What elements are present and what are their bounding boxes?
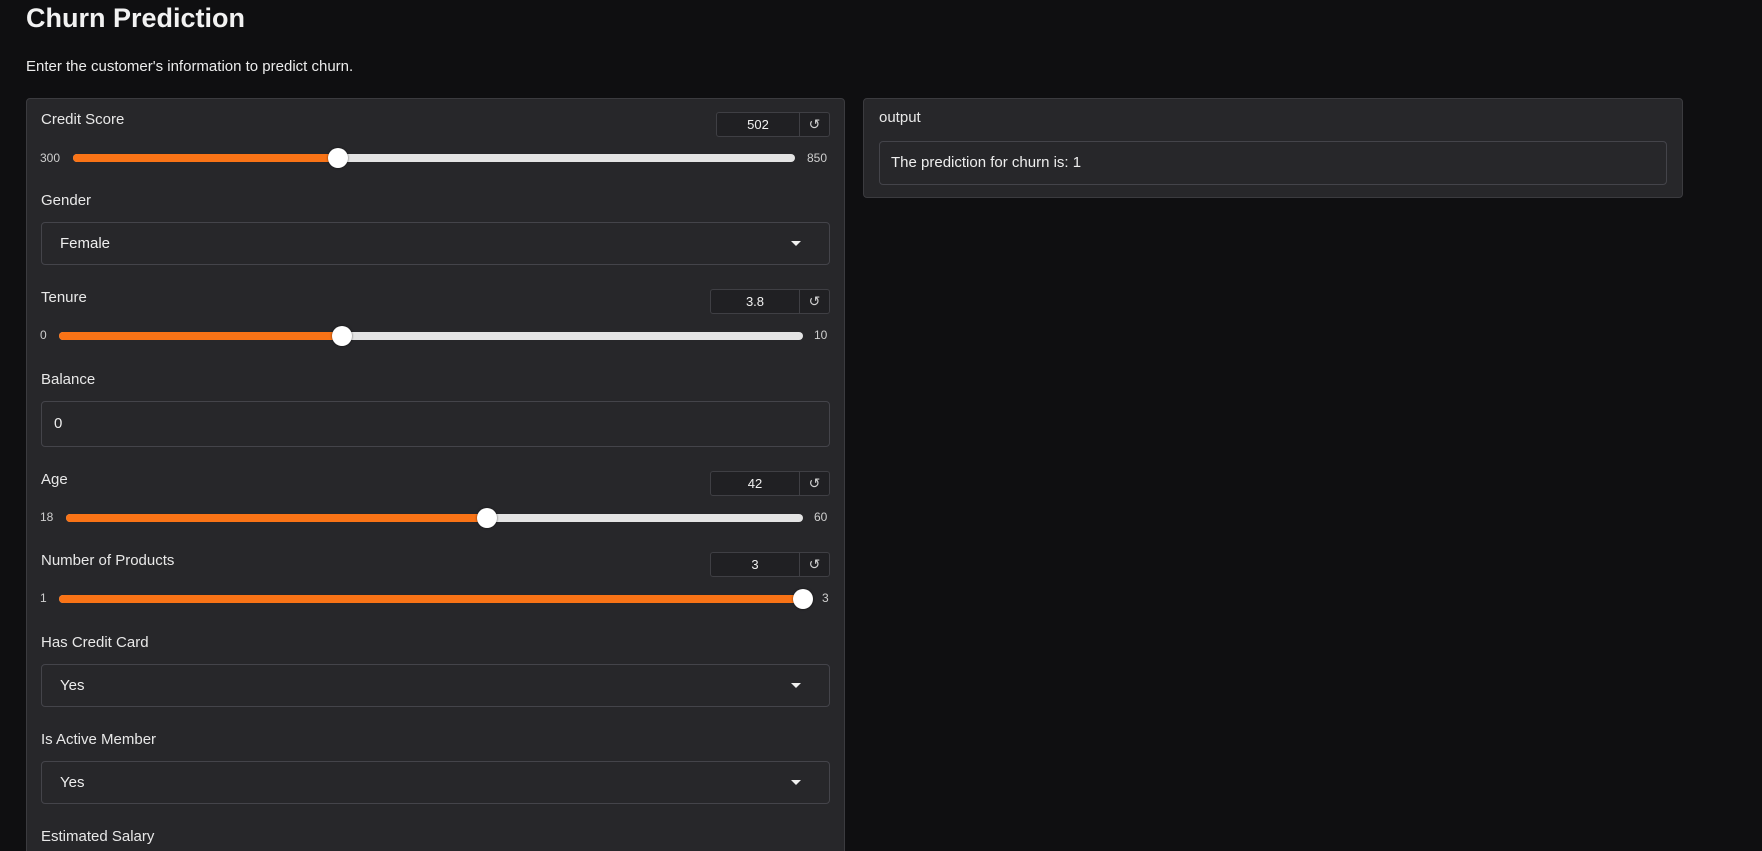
is-active-member-selected-value: Yes	[60, 774, 85, 791]
caret-down-icon	[791, 683, 801, 688]
tenure-label: Tenure	[41, 289, 87, 306]
credit-score-number-input[interactable]: 502	[716, 112, 800, 137]
gender-selected-value: Female	[60, 235, 111, 252]
num-products-number-input[interactable]: 3	[710, 552, 800, 577]
reset-icon: ↺	[808, 116, 821, 132]
age-label: Age	[41, 471, 68, 488]
balance-input[interactable]: 0	[41, 401, 830, 447]
output-panel: output The prediction for churn is: 1	[863, 98, 1683, 198]
app-page: Churn Prediction Enter the customer's in…	[0, 0, 1762, 851]
tenure-reset-button[interactable]: ↺	[800, 289, 830, 314]
tenure-number-input[interactable]: 3.8	[710, 289, 800, 314]
gender-label: Gender	[41, 192, 92, 209]
output-text: The prediction for churn is: 1	[891, 154, 1082, 171]
is-active-member-label: Is Active Member	[41, 731, 157, 748]
credit-score-slider-fill	[73, 154, 338, 162]
num-products-max: 3	[822, 591, 829, 605]
tenure-slider-fill	[59, 332, 342, 340]
credit-score-max: 850	[807, 151, 828, 165]
num-products-slider-thumb[interactable]	[793, 589, 813, 609]
age-number-input[interactable]: 42	[710, 471, 800, 496]
tenure-slider[interactable]	[59, 326, 803, 346]
has-credit-card-dropdown[interactable]: Yes	[41, 664, 830, 707]
num-products-slider[interactable]	[59, 589, 813, 609]
balance-value: 0	[54, 415, 63, 432]
credit-score-min: 300	[40, 151, 61, 165]
reset-icon: ↺	[808, 293, 821, 309]
age-slider-thumb[interactable]	[477, 508, 497, 528]
has-credit-card-selected-value: Yes	[60, 677, 85, 694]
gender-dropdown[interactable]: Female	[41, 222, 830, 265]
caret-down-icon	[791, 780, 801, 785]
output-textbox[interactable]: The prediction for churn is: 1	[879, 141, 1667, 185]
tenure-min: 0	[40, 328, 47, 342]
credit-score-slider[interactable]	[73, 148, 795, 168]
age-reset-button[interactable]: ↺	[800, 471, 830, 496]
estimated-salary-label: Estimated Salary	[41, 828, 155, 845]
is-active-member-dropdown[interactable]: Yes	[41, 761, 830, 804]
reset-icon: ↺	[808, 556, 821, 572]
num-products-min: 1	[40, 591, 47, 605]
reset-icon: ↺	[808, 475, 821, 491]
age-min: 18	[40, 510, 54, 524]
tenure-max: 10	[814, 328, 828, 342]
caret-down-icon	[791, 241, 801, 246]
credit-score-label: Credit Score	[41, 111, 125, 128]
balance-label: Balance	[41, 371, 96, 388]
num-products-label: Number of Products	[41, 552, 175, 569]
page-description: Enter the customer's information to pred…	[26, 58, 354, 75]
age-max: 60	[814, 510, 828, 524]
output-label: output	[879, 109, 921, 126]
has-credit-card-label: Has Credit Card	[41, 634, 149, 651]
num-products-slider-fill	[59, 595, 803, 603]
input-panel: Credit Score 502 ↺ 300 850 Gender Female…	[26, 98, 845, 851]
credit-score-reset-button[interactable]: ↺	[800, 112, 830, 137]
page-title: Churn Prediction	[26, 3, 246, 33]
tenure-slider-thumb[interactable]	[332, 326, 352, 346]
num-products-reset-button[interactable]: ↺	[800, 552, 830, 577]
age-slider[interactable]	[66, 508, 803, 528]
credit-score-slider-thumb[interactable]	[328, 148, 348, 168]
age-slider-fill	[66, 514, 487, 522]
